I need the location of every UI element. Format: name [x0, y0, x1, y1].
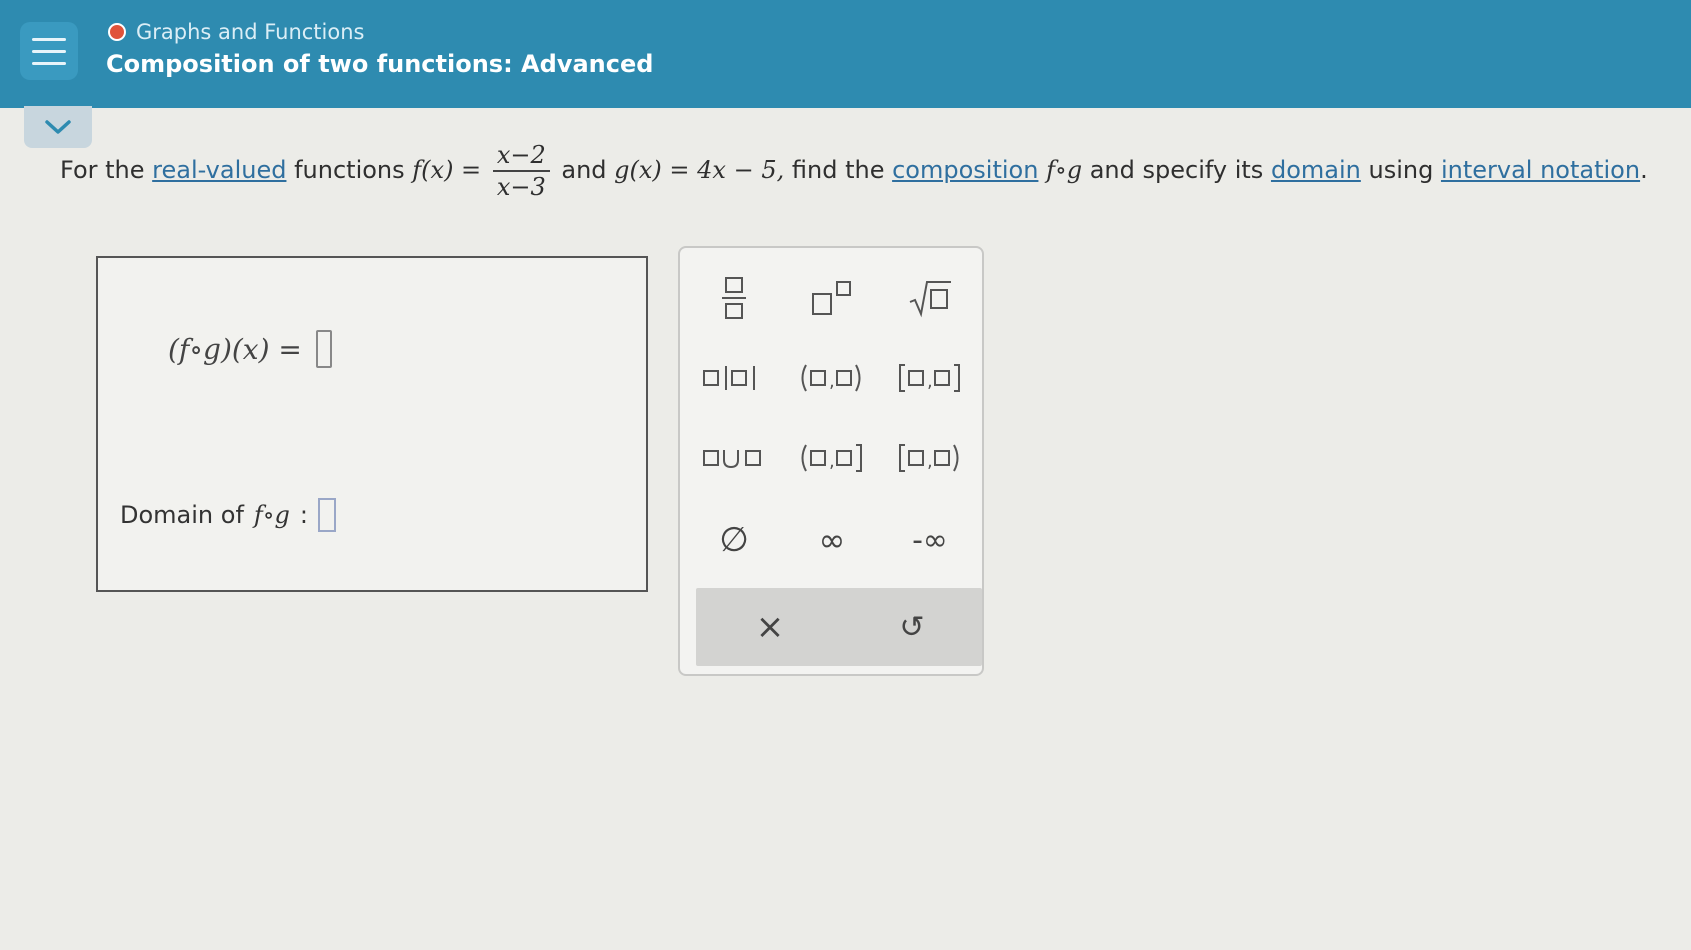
f-fraction: x−2 x−3 — [492, 140, 550, 202]
union-icon — [703, 450, 761, 469]
undo-icon: ↺ — [899, 609, 925, 645]
sqrt-button[interactable] — [886, 268, 974, 328]
undo-button[interactable]: ↺ — [868, 597, 956, 657]
composition-link[interactable]: composition — [892, 156, 1038, 184]
fraction-icon — [722, 277, 746, 319]
closed-open-interval-button[interactable]: , — [886, 428, 974, 488]
interval-notation-link[interactable]: interval notation — [1441, 156, 1640, 184]
fog-symbol: f∘g — [1046, 156, 1083, 184]
closed-interval-button[interactable]: , — [886, 348, 974, 408]
open-interval-button[interactable]: , — [788, 348, 876, 408]
union-button[interactable] — [690, 428, 778, 488]
abs-value-button[interactable] — [690, 348, 778, 408]
math-keypad: , , , , ∅ ∞ -∞ × ↺ — [678, 246, 984, 676]
svg-text:,: , — [829, 371, 835, 392]
closed-open-interval-icon: , — [899, 444, 959, 472]
g-definition: g(x) = 4x − 5, — [614, 156, 785, 184]
f-numerator: x−2 — [492, 140, 550, 172]
page-title: Composition of two functions: Advanced — [106, 50, 654, 78]
domain-link[interactable]: domain — [1271, 156, 1361, 184]
menu-icon-line — [32, 49, 66, 53]
breadcrumb: Graphs and Functions — [108, 20, 364, 44]
open-interval-icon: , — [801, 364, 861, 392]
negative-infinity-icon: -∞ — [912, 522, 948, 558]
fog-answer-row: (f∘g)(x) = — [168, 330, 332, 368]
closed-interval-icon: , — [899, 364, 960, 392]
chevron-down-icon — [45, 120, 71, 134]
exponent-icon — [812, 281, 851, 315]
domain-answer-row: Domain of f∘g : — [120, 498, 336, 532]
fraction-button[interactable] — [690, 268, 778, 328]
empty-set-button[interactable]: ∅ — [690, 510, 778, 570]
svg-text:,: , — [927, 451, 933, 472]
infinity-button[interactable]: ∞ — [788, 510, 876, 570]
svg-text:,: , — [829, 451, 835, 472]
sqrt-icon — [909, 281, 951, 318]
fog-label: (f∘g)(x) = — [168, 332, 302, 366]
top-bar: Graphs and Functions Composition of two … — [0, 0, 1691, 108]
menu-button[interactable] — [20, 22, 78, 80]
open-closed-interval-button[interactable]: , — [788, 428, 876, 488]
domain-fog-symbol: f∘g — [253, 501, 290, 529]
answer-area: (f∘g)(x) = Domain of f∘g : — [96, 256, 648, 592]
f-definition-lhs: f(x) = — [412, 156, 482, 184]
clear-button[interactable]: × — [726, 597, 814, 657]
menu-icon-line — [32, 61, 66, 65]
infinity-icon: ∞ — [818, 521, 846, 559]
domain-input[interactable] — [318, 498, 336, 532]
real-valued-link[interactable]: real-valued — [152, 156, 286, 184]
negative-infinity-button[interactable]: -∞ — [886, 510, 974, 570]
f-denominator: x−3 — [496, 173, 546, 201]
breadcrumb-label: Graphs and Functions — [136, 20, 365, 44]
exponent-button[interactable] — [788, 268, 876, 328]
domain-label: Domain of — [120, 501, 244, 529]
menu-icon-line — [32, 37, 66, 41]
question-text: For the real-valued functions f(x) = x−2… — [60, 140, 1648, 202]
fog-input[interactable] — [315, 330, 332, 368]
svg-text:,: , — [927, 371, 933, 392]
close-icon: × — [755, 607, 785, 647]
topic-status-icon — [108, 23, 126, 41]
empty-set-icon: ∅ — [719, 520, 749, 560]
domain-colon: : — [299, 501, 308, 529]
open-closed-interval-icon: , — [801, 444, 862, 472]
keypad-action-bar: × ↺ — [696, 588, 982, 666]
abs-value-icon — [703, 366, 755, 390]
